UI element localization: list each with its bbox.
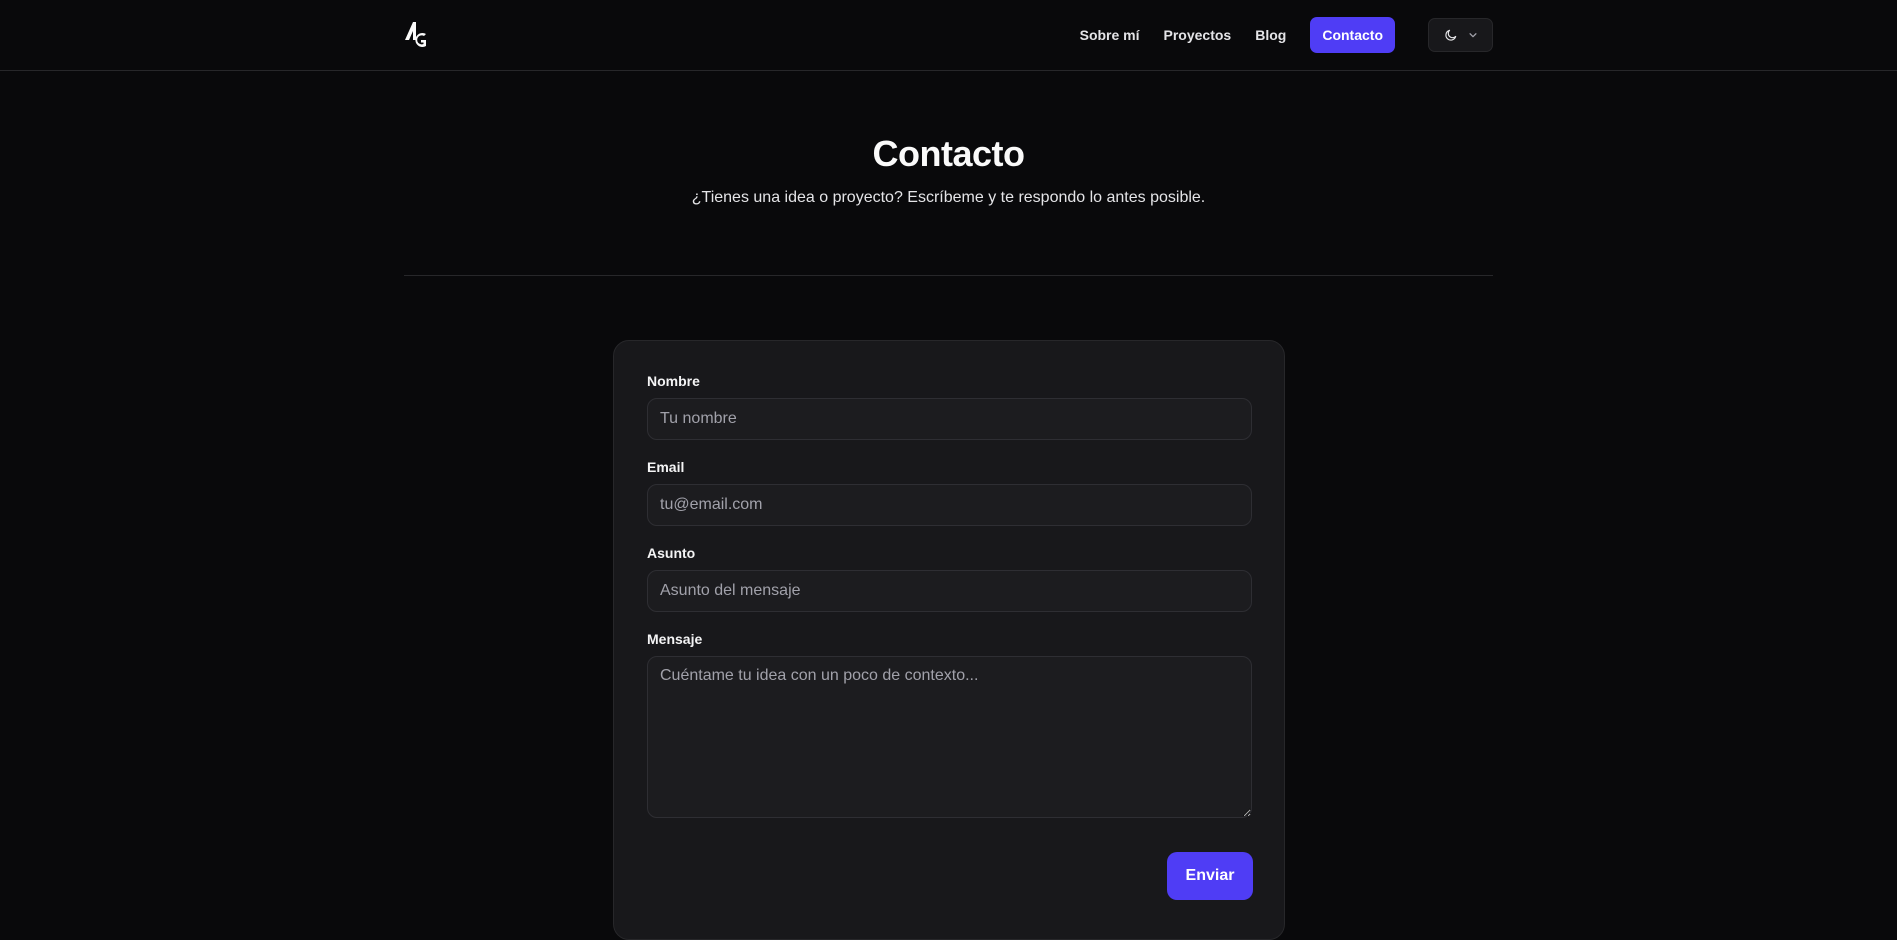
ag-monogram-logo[interactable]	[404, 20, 430, 50]
name-field-group: Nombre	[647, 373, 1252, 440]
email-input[interactable]	[647, 484, 1252, 526]
subject-input[interactable]	[647, 570, 1252, 612]
submit-button[interactable]: Enviar	[1167, 852, 1253, 900]
message-label: Mensaje	[647, 631, 703, 647]
nav-item-contacto[interactable]: Contacto	[1310, 17, 1395, 53]
main-nav: Sobre mí Proyectos Blog Contacto	[1068, 17, 1493, 53]
page-title: Contacto	[872, 133, 1026, 174]
contact-form: Nombre Email Asunto Mensaje Enviar	[613, 340, 1285, 940]
nav-item-proyectos[interactable]: Proyectos	[1152, 19, 1244, 51]
page-subtitle: ¿Tienes una idea o proyecto? Escríbeme y…	[691, 189, 1206, 206]
header-container: Sobre mí Proyectos Blog Contacto	[404, 0, 1493, 70]
email-label: Email	[647, 459, 685, 475]
moon-icon	[1444, 29, 1456, 41]
email-field-group: Email	[647, 459, 1252, 526]
message-textarea[interactable]	[647, 656, 1252, 818]
site-header: Sobre mí Proyectos Blog Contacto	[0, 0, 1897, 71]
message-field-group: Mensaje	[647, 631, 1252, 823]
nav-item-blog[interactable]: Blog	[1243, 19, 1298, 51]
logo-icon	[405, 22, 426, 47]
hero-section: Contacto ¿Tienes una idea o proyecto? Es…	[404, 71, 1493, 276]
chevron-down-icon	[1468, 33, 1477, 38]
name-input[interactable]	[647, 398, 1252, 440]
subject-label: Asunto	[647, 545, 696, 561]
nav-item-sobre-mi[interactable]: Sobre mí	[1068, 19, 1152, 51]
subject-field-group: Asunto	[647, 545, 1252, 612]
theme-toggle-button[interactable]	[1428, 18, 1493, 52]
name-label: Nombre	[647, 373, 700, 389]
